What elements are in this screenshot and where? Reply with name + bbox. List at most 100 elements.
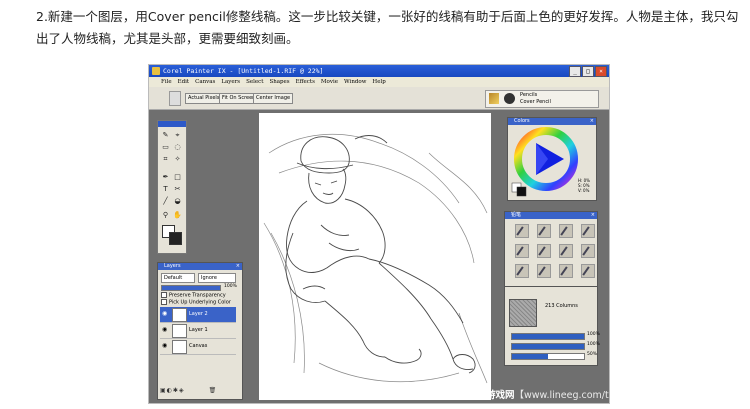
toolbox: ✎ ⌖ ▭ ◌ ⌗ ✧ ✒ □ T ✂ ╱ ◒ ⚲ ✋ <box>157 120 187 254</box>
line-art-sketch <box>263 133 488 384</box>
window-titlebar: Corel Painter IX - [Untitled-1.RIF @ 22%… <box>149 65 609 77</box>
layers-panel-title: Layers <box>164 263 181 269</box>
menu-edit[interactable]: Edit <box>178 77 190 87</box>
paper-brightness-slider[interactable] <box>511 353 585 360</box>
brush-variant-icon[interactable] <box>581 224 595 238</box>
pencil-category-icon <box>489 93 499 104</box>
crop-icon[interactable]: ⌗ <box>161 155 170 164</box>
eye-icon[interactable]: ◉ <box>162 327 168 333</box>
brush-variant-icon[interactable] <box>559 244 573 258</box>
painter-app-icon <box>152 67 160 75</box>
brush-variant-icon[interactable] <box>581 244 595 258</box>
brush-variant-grid <box>515 224 595 278</box>
brush-variant-icon <box>504 93 515 104</box>
shape-tool-icon[interactable]: □ <box>173 173 182 182</box>
menu-shapes[interactable]: Shapes <box>269 77 289 87</box>
layer-commands-bar: ▣◐✱◈ 🗑 <box>160 387 238 396</box>
paper-contrast-slider[interactable] <box>511 343 585 350</box>
hand-icon[interactable]: ✋ <box>173 211 182 220</box>
lasso-icon[interactable]: ◌ <box>173 143 182 152</box>
rect-select-icon[interactable]: ▭ <box>161 143 170 152</box>
dropper-tool-icon[interactable]: ⌖ <box>173 131 182 140</box>
magic-wand-icon[interactable]: ✧ <box>173 155 182 164</box>
layer-thumbnail <box>172 340 187 354</box>
colors-panel: Colors × H: 0% S: 0% V: 0% <box>507 117 597 201</box>
menu-select[interactable]: Select <box>246 77 263 87</box>
brush-variant-icon[interactable] <box>581 264 595 278</box>
close-button[interactable]: × <box>595 66 607 77</box>
brush-variant-label: Cover Pencil <box>520 99 551 105</box>
layers-panel: Layers × Default Ignore 100% Preserve Tr… <box>157 262 243 400</box>
layer-row[interactable]: ◉ Layer 2 <box>160 307 236 323</box>
close-icon[interactable]: × <box>236 263 240 270</box>
layer-thumbnail <box>172 324 187 338</box>
delete-layer-icon[interactable]: 🗑 <box>209 387 218 394</box>
brush-variant-icon[interactable] <box>515 244 529 258</box>
maximize-button[interactable]: □ <box>582 66 594 77</box>
brush-category-label: Pencils <box>520 92 538 98</box>
eye-icon[interactable]: ◉ <box>162 343 168 349</box>
menu-file[interactable]: File <box>161 77 172 87</box>
brush-selector[interactable]: Pencils Cover Pencil <box>485 90 599 108</box>
brushes-panel: 铅笔 × <box>504 211 598 288</box>
menu-canvas[interactable]: Canvas <box>195 77 215 87</box>
actual-pixels-button[interactable]: Actual Pixels <box>185 93 223 104</box>
brush-variant-icon[interactable] <box>537 244 551 258</box>
minimize-button[interactable]: _ <box>569 66 581 77</box>
eye-icon[interactable]: ◉ <box>162 311 168 317</box>
menu-window[interactable]: Window <box>344 77 366 87</box>
menu-layers[interactable]: Layers <box>221 77 240 87</box>
menu-help[interactable]: Help <box>372 77 385 87</box>
painter-screenshot: Corel Painter IX - [Untitled-1.RIF @ 22%… <box>148 64 610 404</box>
composite-depth-select[interactable]: Ignore <box>198 273 236 283</box>
brush-variant-icon[interactable] <box>515 224 529 238</box>
brush-variant-icon[interactable] <box>537 224 551 238</box>
center-image-button[interactable]: Center Image <box>253 93 294 104</box>
paper-contrast-value: 100% <box>587 342 600 347</box>
text-tool-icon[interactable]: T <box>161 185 170 194</box>
magnifier-icon[interactable]: ⚲ <box>161 211 170 220</box>
article-paragraph: 2.新建一个图层，用Cover pencil修整线稿。这一步比较关键，一张好的线… <box>36 9 739 46</box>
close-icon[interactable]: × <box>591 212 595 219</box>
menu-effects[interactable]: Effects <box>296 77 315 87</box>
drawing-canvas[interactable] <box>259 113 491 400</box>
paper-panel: 213 Columns 100% 100% 50% <box>504 286 600 366</box>
grabber-tool-icon[interactable] <box>169 91 181 106</box>
pick-up-color-checkbox[interactable]: Pick Up Underlying Color <box>161 299 231 306</box>
paper-brightness-value: 50% <box>587 352 598 357</box>
menu-movie[interactable]: Movie <box>321 77 338 87</box>
brush-variant-icon[interactable] <box>559 264 573 278</box>
slider-fill <box>512 344 584 349</box>
brush-variant-icon[interactable] <box>559 224 573 238</box>
opacity-slider[interactable] <box>161 285 221 291</box>
brushes-panel-title: 铅笔 <box>511 212 522 218</box>
line-tool-icon[interactable]: ╱ <box>161 197 170 206</box>
paper-texture-thumbnail[interactable] <box>509 299 537 327</box>
paint-bucket-icon[interactable]: ◒ <box>173 197 182 206</box>
brush-variant-icon[interactable] <box>537 264 551 278</box>
opacity-value: 100% <box>224 284 237 289</box>
pen-tool-icon[interactable]: ✒ <box>161 173 170 182</box>
layer-row[interactable]: ◉ Canvas <box>160 339 236 355</box>
new-layer-icon[interactable]: ▣ <box>160 387 167 394</box>
composite-method-select[interactable]: Default <box>161 273 195 283</box>
paper-scale-value: 100% <box>587 332 600 337</box>
layer-attributes-icon[interactable]: ◈ <box>179 387 185 394</box>
paper-name: 213 Columns <box>545 303 578 309</box>
additional-color-swatch[interactable] <box>169 232 182 245</box>
scissors-icon[interactable]: ✂ <box>173 185 182 194</box>
colors-panel-title: Colors <box>514 118 530 124</box>
layer-row[interactable]: ◉ Layer 1 <box>160 323 236 339</box>
preserve-transparency-checkbox[interactable]: Preserve Transparency <box>161 292 226 299</box>
slider-fill <box>512 334 584 339</box>
brush-tool-icon[interactable]: ✎ <box>161 131 170 140</box>
brush-variant-icon[interactable] <box>515 264 529 278</box>
slider-fill <box>512 354 548 359</box>
layer-thumbnail <box>172 308 187 322</box>
paper-scale-slider[interactable] <box>511 333 585 340</box>
close-icon[interactable]: × <box>590 118 594 125</box>
workspace: ✎ ⌖ ▭ ◌ ⌗ ✧ ✒ □ T ✂ ╱ ◒ ⚲ ✋ Colors × H: … <box>149 110 609 403</box>
menu-bar: File Edit Canvas Layers Select Shapes Ef… <box>149 77 609 87</box>
property-bar: Actual Pixels Fit On Screen Center Image… <box>149 87 609 110</box>
value-value: V: 0% <box>578 188 590 193</box>
